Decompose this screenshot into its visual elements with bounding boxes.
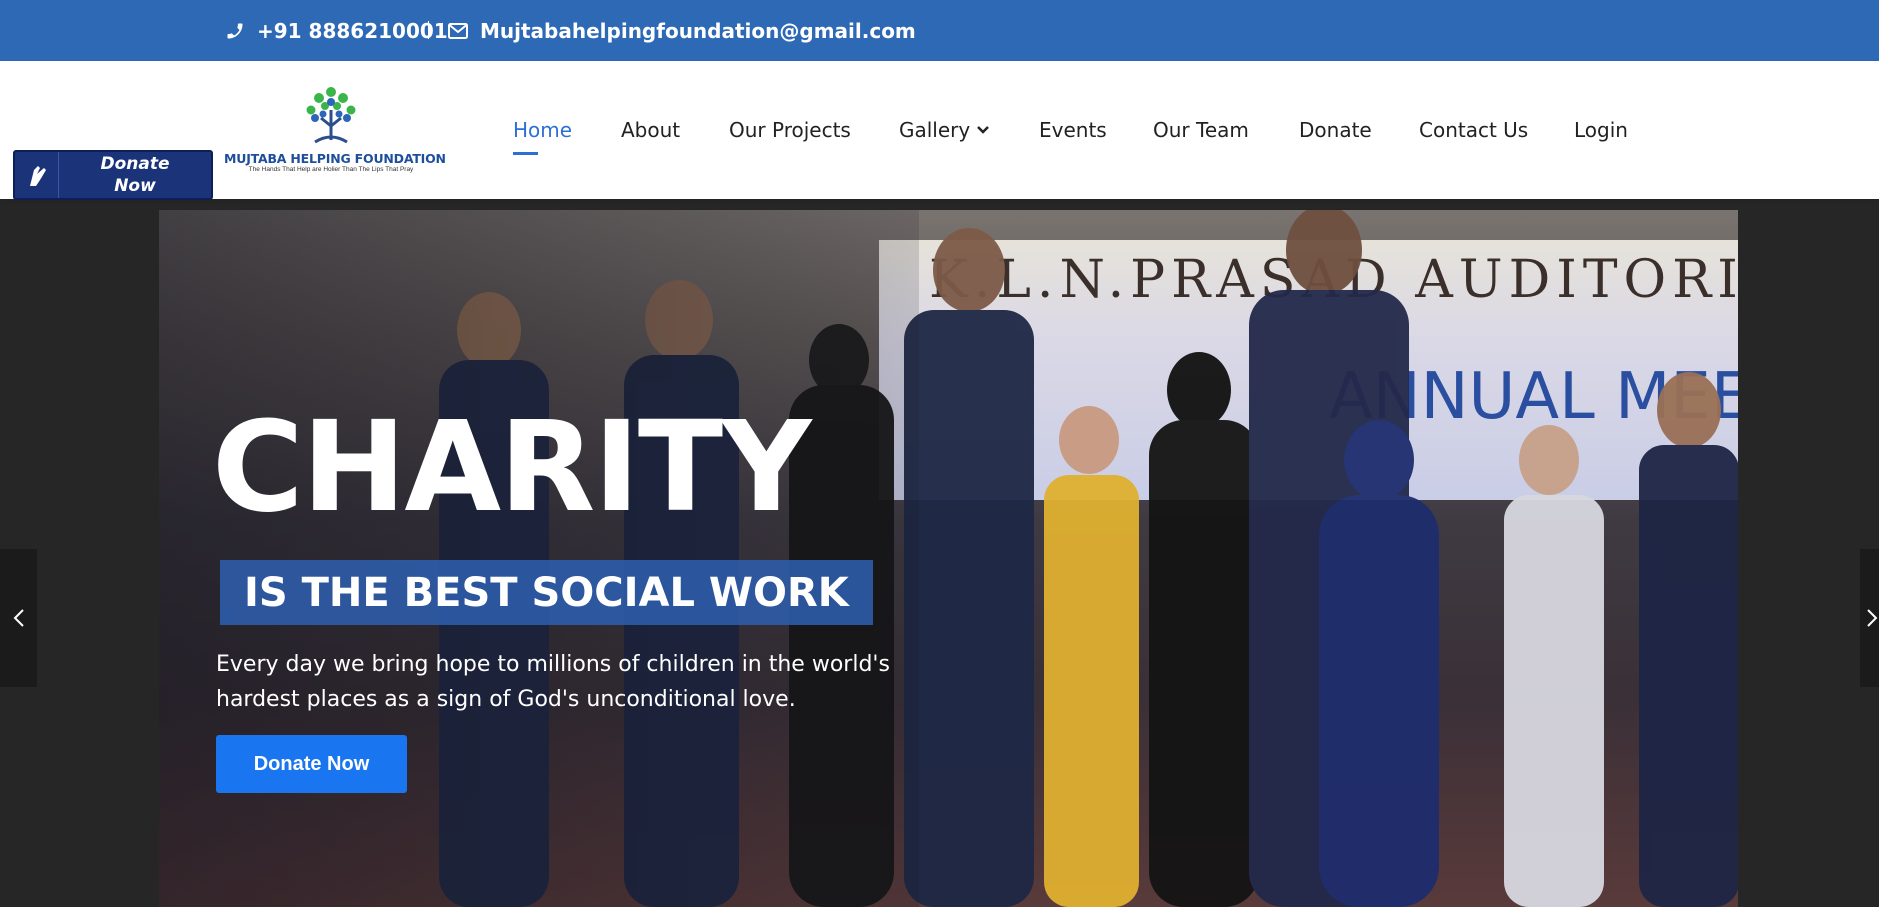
donate-now-button[interactable]: Donate Now: [216, 735, 407, 793]
hero-title: CHARITY: [212, 395, 812, 540]
nav-home[interactable]: Home: [513, 112, 572, 148]
hero-overlay: [159, 210, 919, 907]
active-nav-underline: [513, 152, 538, 155]
nav-about[interactable]: About: [621, 112, 680, 148]
floating-donate-button[interactable]: Donate Now: [13, 150, 213, 200]
hero-slider: K.L.N.PRASAD AUDITORI ANNUAL MEE: [0, 210, 1879, 907]
phone-contact[interactable]: +91 8886210001: [225, 0, 448, 61]
next-slide-button[interactable]: [1860, 549, 1879, 687]
nav-gallery[interactable]: Gallery: [899, 112, 990, 148]
nav-our-team[interactable]: Our Team: [1153, 112, 1249, 148]
hero-subtitle: IS THE BEST SOCIAL WORK: [220, 560, 873, 625]
logo-name: MUJTABA HELPING FOUNDATION: [224, 151, 446, 166]
phone-icon: [227, 23, 243, 38]
divider: [428, 21, 429, 39]
envelope-icon: [448, 22, 468, 39]
chevron-right-icon: [1867, 609, 1878, 627]
donate-badge-label: Donate Now: [100, 154, 170, 196]
nav-our-projects[interactable]: Our Projects: [729, 112, 851, 148]
hand-icon: [15, 152, 59, 198]
top-contact-bar: +91 8886210001 Mujtabahelpingfoundation@…: [0, 0, 1879, 61]
site-logo[interactable]: MUJTABA HELPING FOUNDATION The Hands Tha…: [224, 84, 446, 179]
nav-donate[interactable]: Donate: [1299, 112, 1372, 148]
logo-tagline: The Hands That Help are Holier Than The …: [248, 166, 414, 173]
hero-image: K.L.N.PRASAD AUDITORI ANNUAL MEE: [159, 210, 1738, 907]
tree-logo-icon: [306, 87, 356, 144]
email-address: Mujtabahelpingfoundation@gmail.com: [480, 18, 916, 43]
chevron-down-icon: [977, 126, 990, 134]
phone-number: +91 8886210001: [257, 18, 448, 43]
hero-description: Every day we bring hope to millions of c…: [216, 652, 890, 712]
nav-events[interactable]: Events: [1039, 112, 1107, 148]
nav-gallery-label: Gallery: [899, 118, 971, 142]
email-contact[interactable]: Mujtabahelpingfoundation@gmail.com: [448, 0, 916, 61]
nav-contact-us[interactable]: Contact Us: [1419, 112, 1528, 148]
nav-login[interactable]: Login: [1574, 112, 1628, 148]
prev-slide-button[interactable]: [0, 549, 37, 687]
chevron-left-icon: [13, 609, 24, 627]
